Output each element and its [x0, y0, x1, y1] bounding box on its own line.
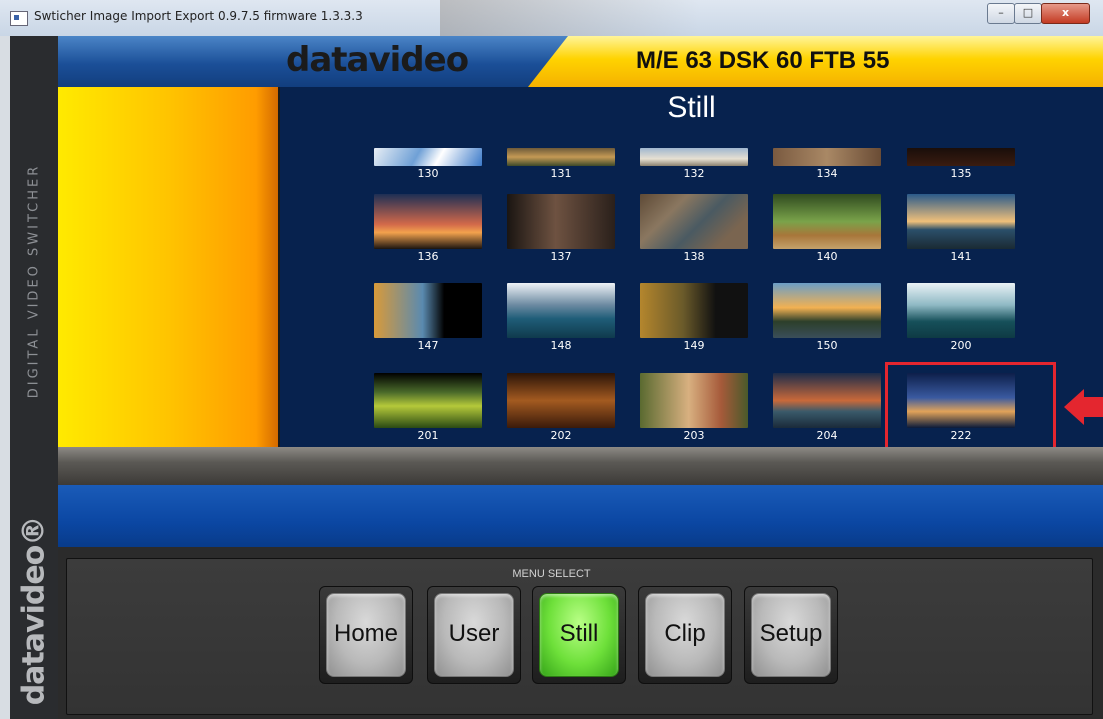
page-title: Still	[667, 91, 716, 124]
landscape-horizon-photo	[507, 148, 615, 166]
still-thumbnail[interactable]: 136	[374, 194, 482, 263]
lake-sunset-photo	[773, 373, 881, 428]
thumbnail-number: 135	[950, 167, 972, 180]
user-button[interactable]: User	[427, 586, 521, 684]
portrait-woman-photo	[507, 194, 615, 249]
brand-logo: datavideo	[286, 40, 469, 80]
abstract-blue-white-photo	[374, 148, 482, 166]
title-bar: Swticher Image Import Export 0.9.7.5 fir…	[0, 0, 1103, 37]
product-label: DIGITAL VIDEO SWITCHER	[14, 106, 54, 456]
thumbnail-number: 150	[816, 339, 838, 352]
thumbnail-number: 131	[550, 167, 572, 180]
maximize-button[interactable]: □	[1014, 3, 1042, 24]
still-thumbnail[interactable]: 132	[640, 148, 748, 180]
dark-photo	[907, 148, 1015, 166]
home-button[interactable]: Home	[319, 586, 413, 684]
orchard-woman-photo	[640, 373, 748, 428]
thumbnail-number: 204	[816, 429, 838, 442]
still-thumbnail[interactable]: 131	[507, 148, 615, 180]
still-thumbnail[interactable]: 149	[640, 283, 748, 352]
thumbnail-number: 201	[417, 429, 439, 442]
still-thumbnail[interactable]: 204	[773, 373, 881, 442]
still-thumbnail[interactable]: 141	[907, 194, 1015, 263]
still-thumbnail[interactable]: 138	[640, 194, 748, 263]
still-thumbnail[interactable]: 203	[640, 373, 748, 442]
still-thumbnail[interactable]: 135	[907, 148, 1015, 180]
thumbnail-number: 132	[683, 167, 705, 180]
thumbnail-number: 134	[816, 167, 838, 180]
left-sidebar: DIGITAL VIDEO SWITCHER datavideo®	[0, 36, 58, 719]
thumbnail-number: 130	[417, 167, 439, 180]
thumbnail-number: 203	[683, 429, 705, 442]
sidebar-logo: datavideo®	[14, 516, 54, 706]
thumbnail-number: 148	[550, 339, 572, 352]
thumbnail-number: 147	[417, 339, 439, 352]
brown-texture-photo	[773, 148, 881, 166]
header-banner: datavideo M/E 63 DSK 60 FTB 55	[58, 36, 1103, 87]
thumbnail-number: 140	[816, 250, 838, 263]
sky-clouds-photo	[640, 148, 748, 166]
still-button-label: Still	[559, 620, 599, 647]
still-thumbnail[interactable]: 134	[773, 148, 881, 180]
user-button-label: User	[448, 620, 500, 647]
thumbnail-number: 136	[417, 250, 439, 263]
still-thumbnail[interactable]: 130	[374, 148, 482, 180]
autumn-lake-photo	[374, 283, 482, 338]
thumbnail-number: 149	[683, 339, 705, 352]
product-label-text: DIGITAL VIDEO SWITCHER	[26, 163, 42, 399]
sidebar-logo-text: datavideo®	[16, 516, 52, 706]
arrow-icon	[1064, 389, 1084, 425]
sidebar-edge	[0, 36, 10, 719]
setup-button[interactable]: Setup	[744, 586, 838, 684]
window-title: Swticher Image Import Export 0.9.7.5 fir…	[34, 9, 363, 23]
still-thumbnail[interactable]: 147	[374, 283, 482, 352]
lake-sunset-dock-photo	[907, 194, 1015, 249]
thumbnail-number: 141	[950, 250, 972, 263]
close-button[interactable]: x	[1041, 3, 1090, 24]
still-thumbnail[interactable]: 140	[773, 194, 881, 263]
still-thumbnail[interactable]: 202	[507, 373, 615, 442]
clip-button[interactable]: Clip	[638, 586, 732, 684]
still-thumbnail[interactable]: 150	[773, 283, 881, 352]
thumbnail-number: 202	[550, 429, 572, 442]
minimize-button[interactable]: –	[987, 3, 1015, 24]
thumbnail-number: 200	[950, 339, 972, 352]
dark-orange-ruins-photo	[507, 373, 615, 428]
clip-button-label: Clip	[664, 620, 706, 647]
still-thumbnail[interactable]: 137	[507, 194, 615, 263]
still-thumbnail[interactable]: 201	[374, 373, 482, 442]
status-readout: M/E 63 DSK 60 FTB 55	[636, 47, 890, 74]
river-sunset-photo	[773, 283, 881, 338]
thumbnail-number: 138	[683, 250, 705, 263]
green-hills-photo	[374, 373, 482, 428]
stone-wall-photo	[640, 194, 748, 249]
arrow-tail	[1082, 397, 1103, 417]
still-thumbnail[interactable]: 148	[507, 283, 615, 352]
home-button-label: Home	[333, 620, 399, 647]
orchard-path-woman-photo	[773, 194, 881, 249]
autumn-forest-photo	[640, 283, 748, 338]
blue-info-bar	[58, 485, 1103, 547]
sunset-tree-balloon-photo	[374, 194, 482, 249]
mountain-lake-photo	[507, 283, 615, 338]
setup-button-label: Setup	[759, 620, 823, 647]
orange-side-panel	[58, 87, 278, 447]
menu-select-label: MENU SELECT	[512, 568, 591, 580]
penguins-iceberg-photo	[907, 283, 1015, 338]
title-bar-background-image	[440, 0, 700, 36]
still-button[interactable]: Still	[532, 586, 626, 684]
still-thumbnail[interactable]: 200	[907, 283, 1015, 352]
app-icon	[10, 11, 28, 26]
thumbnail-number: 137	[550, 250, 572, 263]
gray-divider	[58, 447, 1103, 485]
